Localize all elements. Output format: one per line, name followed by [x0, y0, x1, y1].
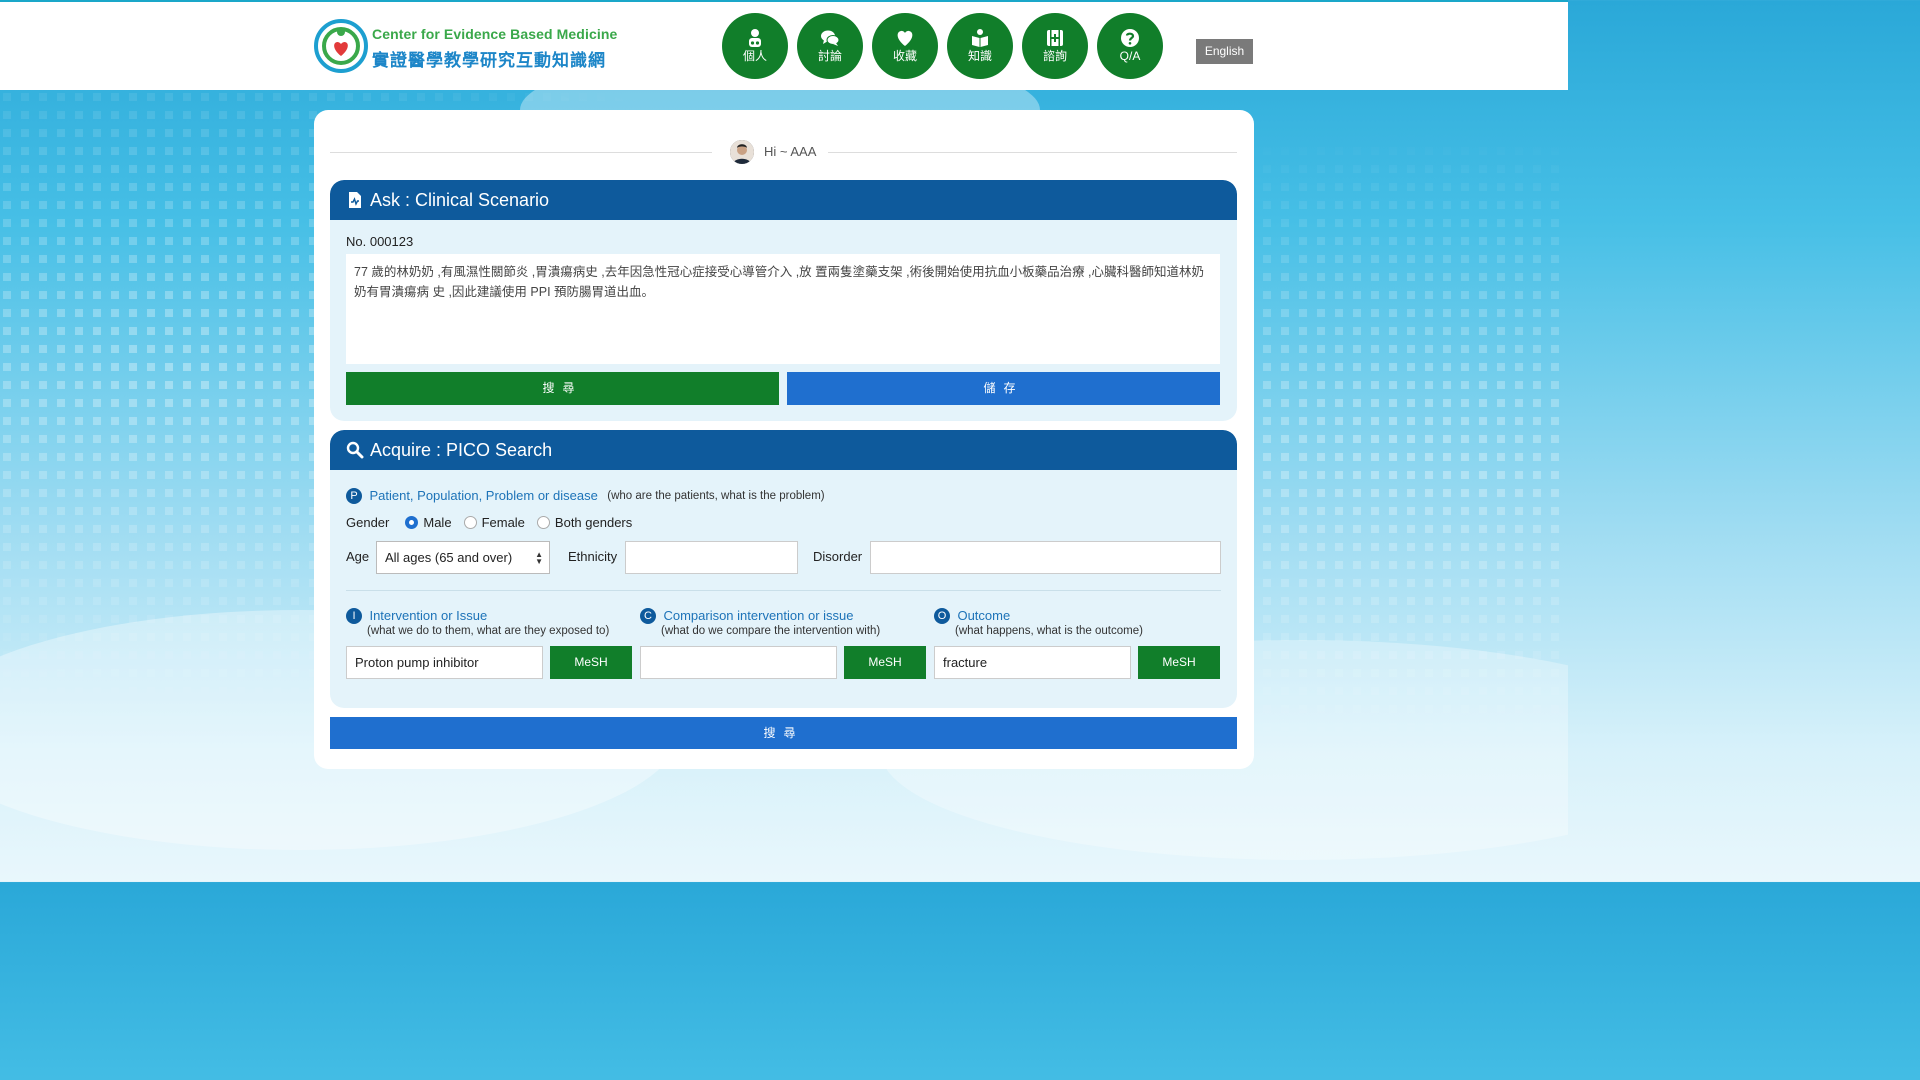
- divider: [330, 152, 712, 153]
- disorder-label: Disorder: [813, 549, 863, 564]
- acquire-section-header: Acquire : PICO Search: [330, 430, 1237, 470]
- gender-both-radio[interactable]: Both genders: [536, 514, 633, 530]
- gender-option-label: Both genders: [554, 514, 633, 530]
- nav-qa[interactable]: Q/A: [1097, 13, 1163, 79]
- ask-section: Ask : Clinical Scenario No. 000123 77 歲的…: [330, 180, 1237, 421]
- nav-personal-label: 個人: [742, 49, 767, 63]
- nav-discussion[interactable]: 討論: [797, 13, 863, 79]
- scenario-save-button[interactable]: 儲存: [787, 372, 1220, 405]
- clinical-document-icon: [349, 192, 361, 208]
- intervention-mesh-button[interactable]: MeSH: [550, 646, 632, 679]
- p-badge: P: [346, 487, 362, 504]
- heart-icon: [897, 30, 913, 46]
- scenario-search-button[interactable]: 搜尋: [346, 372, 779, 405]
- search-icon: [346, 441, 364, 459]
- i-badge: I: [346, 607, 362, 624]
- gender-option-label: Male: [423, 514, 452, 530]
- main-panel: Hi ~ AAA Ask : Clinical Scenario No. 000…: [314, 110, 1254, 769]
- book-icon: [972, 29, 988, 47]
- gender-label: Gender: [346, 514, 390, 530]
- patient-fields-row: Age All ages (65 and over) ▲ ▼ Ethnicity …: [346, 541, 1221, 574]
- logo-english-name: Center for Evidence Based Medicine: [372, 26, 618, 42]
- nav-consult-label: 諮詢: [1042, 49, 1067, 63]
- radio-unselected-icon: [536, 515, 550, 529]
- comparison-mesh-button[interactable]: MeSH: [844, 646, 926, 679]
- avatar[interactable]: [730, 140, 754, 164]
- divider: [346, 590, 1221, 591]
- intervention-hint: (what we do to them, what are they expos…: [367, 625, 610, 637]
- site-logo[interactable]: Center for Evidence Based Medicine 實證醫學教…: [314, 18, 617, 76]
- scenario-textarea[interactable]: 77 歲的林奶奶 ,有風濕性關節炎 ,胃潰瘍病史 ,去年因急性冠心症接受心導管介…: [346, 254, 1220, 364]
- acquire-section: Acquire : PICO Search P Patient, Populat…: [330, 430, 1237, 708]
- nav-knowledge-label: 知識: [967, 49, 992, 63]
- greeting-row: Hi ~ AAA: [330, 138, 1237, 166]
- gender-male-radio[interactable]: Male: [405, 514, 452, 530]
- nav-favorites-label: 收藏: [892, 49, 917, 63]
- select-arrows-icon: ▲ ▼: [535, 550, 543, 566]
- comparison-title: Comparison intervention or issue: [663, 608, 854, 624]
- case-number: No. 000123: [346, 234, 414, 249]
- intervention-input[interactable]: Proton pump inhibitor: [346, 646, 543, 679]
- nav-knowledge[interactable]: 知識: [947, 13, 1013, 79]
- comparison-hint: (what do we compare the intervention wit…: [661, 625, 881, 637]
- divider: [828, 152, 1237, 153]
- medical-kit-icon: [1047, 30, 1063, 46]
- outcome-input[interactable]: fracture: [934, 646, 1131, 679]
- pico-search-button[interactable]: 搜尋: [330, 717, 1237, 749]
- nav-personal[interactable]: 個人: [722, 13, 788, 79]
- nav-consult[interactable]: 諮詢: [1022, 13, 1088, 79]
- disorder-input[interactable]: [870, 541, 1221, 574]
- radio-selected-icon: [405, 515, 419, 529]
- greeting-text: Hi ~ AAA: [764, 144, 817, 159]
- chat-icon: [821, 30, 840, 46]
- ethnicity-input[interactable]: [625, 541, 798, 574]
- question-icon: [1121, 29, 1139, 47]
- ask-section-title: Ask : Clinical Scenario: [370, 189, 550, 210]
- comparison-input[interactable]: [640, 646, 837, 679]
- nav-qa-label: Q/A: [1119, 49, 1141, 63]
- outcome-mesh-button[interactable]: MeSH: [1138, 646, 1220, 679]
- gender-option-label: Female: [481, 514, 525, 530]
- patient-heading: P Patient, Population, Problem or diseas…: [346, 487, 825, 505]
- o-badge: O: [934, 607, 950, 624]
- age-select[interactable]: All ages (65 and over) ▲ ▼: [376, 541, 550, 574]
- user-avatar-icon: [730, 140, 754, 164]
- ethnicity-label: Ethnicity: [568, 549, 618, 564]
- main-nav: 個人 討論 收藏 知識 諮詢 Q/A: [722, 13, 1163, 79]
- comparison-heading: C Comparison intervention or issue (what…: [640, 607, 932, 638]
- age-select-value: All ages (65 and over): [385, 550, 513, 565]
- patient-title: Patient, Population, Problem or disease: [369, 488, 598, 504]
- outcome-hint: (what happens, what is the outcome): [955, 625, 1143, 637]
- person-icon: [749, 29, 761, 47]
- gender-row: Gender Male Female Both genders: [346, 513, 644, 531]
- logo-chinese-name: 實證醫學教學研究互動知識網: [372, 51, 606, 70]
- intervention-heading: I Intervention or Issue (what we do to t…: [346, 607, 638, 638]
- ask-section-header: Ask : Clinical Scenario: [330, 180, 1237, 220]
- language-button[interactable]: English: [1196, 39, 1253, 64]
- logo-mark-icon: [314, 19, 368, 73]
- outcome-heading: O Outcome (what happens, what is the out…: [934, 607, 1226, 638]
- gender-female-radio[interactable]: Female: [463, 514, 525, 530]
- intervention-title: Intervention or Issue: [369, 608, 488, 624]
- age-label: Age: [346, 549, 370, 564]
- nav-discussion-label: 討論: [817, 49, 842, 63]
- c-badge: C: [640, 607, 656, 624]
- top-header: Center for Evidence Based Medicine 實證醫學教…: [0, 0, 1568, 90]
- outcome-title: Outcome: [957, 608, 1011, 624]
- acquire-section-title: Acquire : PICO Search: [370, 439, 553, 460]
- radio-unselected-icon: [463, 515, 477, 529]
- patient-hint: (who are the patients, what is the probl…: [607, 489, 825, 502]
- nav-favorites[interactable]: 收藏: [872, 13, 938, 79]
